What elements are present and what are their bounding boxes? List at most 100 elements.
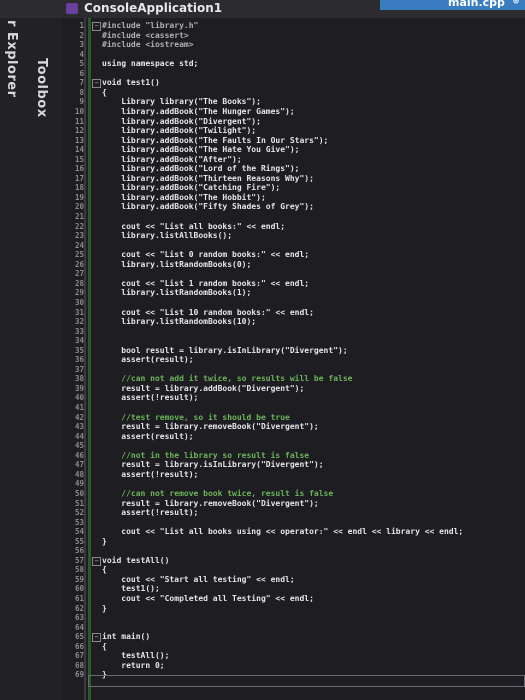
code-text: { [102,87,107,97]
line-number: 68 [74,660,84,670]
line-number: 23 [74,231,84,241]
line-number: 6 [79,68,84,78]
code-text: } [102,536,107,546]
code-text: cout << "List 0 random books:" << endl; [102,250,310,260]
line-number: 3 [79,40,84,50]
code-text: library.listRandomBooks(0); [102,259,252,269]
line-number: 49 [74,479,84,489]
tab-main-cpp[interactable]: main.cpp ⊕ [380,0,525,10]
line-number: 38 [74,374,84,384]
code-editor[interactable]: 1− #include "library.h" 2 #include <cassert… [62,18,525,700]
tab-label: main.cpp [448,0,505,9]
line-number: 15 [74,154,84,164]
line-number: 4 [79,49,84,59]
line-number: 13 [74,135,84,145]
code-text: bool result = library.isInLibrary("Diver… [102,345,348,355]
line-number: 51 [74,498,84,508]
code-text: assert(result); [102,355,194,365]
code-text: return 0; [102,660,165,670]
code-text: //can not remove book twice, result is f… [102,488,334,498]
line-number: 41 [74,403,84,412]
window-title: ConsoleApplication1 [84,1,223,15]
line-number: 19 [74,192,84,202]
line-number: 8 [79,87,84,97]
line-number: 30 [74,297,84,307]
line-number: 33 [74,326,84,336]
code-text: library.addBook("Thirteen Reasons Why"); [102,173,314,183]
code-text: library.addBook("Twilight"); [102,126,257,136]
line-number: 29 [74,288,84,298]
line-number: 59 [74,574,84,584]
line-number: 10 [74,106,84,116]
pin-icon[interactable]: ⊕ [513,0,519,7]
code-text: result = library.removeBook("Divergent")… [102,498,319,508]
line-number: 48 [74,469,84,479]
current-line-highlight [88,675,525,687]
code-text: //test remove, so it should be true [102,412,290,422]
code-text: int main() [102,632,151,642]
line-number: 64 [74,622,84,632]
line-number: 53 [74,517,84,527]
code-text: cout << "List 10 random books:" << endl; [102,307,314,317]
tab-solution-explorer[interactable]: r Explorer [4,20,19,98]
code-text: #include <cassert> [102,30,189,40]
line-number: 58 [74,565,84,575]
line-number: 2 [79,30,84,40]
code-text: { [102,565,107,575]
line-number: 16 [74,164,84,174]
code-text: library.addBook("The Hobbit"); [102,192,266,202]
code-text: Library library("The Books"); [102,97,261,107]
visual-studio-icon [66,3,78,14]
code-text: testAll(); [102,651,170,661]
line-number: 26 [74,259,84,269]
code-text: library.addBook("Divergent"); [102,116,261,126]
line-number: 21 [74,212,84,221]
code-text: cout << "List 1 random books:" << endl; [102,278,310,288]
line-number: 35 [74,345,84,355]
line-number: 40 [74,393,84,403]
code-text: library.addBook("Fifty Shades of Grey"); [102,202,314,212]
code-text: void testAll() [102,555,170,565]
code-text: cout << "List all books:" << endl; [102,221,286,231]
line-number: 14 [74,145,84,155]
line-number: 32 [74,317,84,327]
line-number: 31 [74,307,84,317]
code-text: library.addBook("Lord of the Rings"); [102,164,300,174]
line-number: 18 [74,183,84,193]
line-number: 47 [74,460,84,470]
code-text: library.addBook("The Faults In Our Stars… [102,135,329,145]
line-number: 66 [74,641,84,651]
line-number: 37 [74,364,84,374]
line-number: 45 [74,441,84,451]
line-number: 44 [74,431,84,441]
code-text: //can not add it twice, so results will … [102,374,353,384]
line-number: 27 [74,269,84,279]
line-number: 1 [79,21,84,30]
line-number: 57 [74,555,84,565]
code-text: void test1() [102,78,160,88]
line-number: 22 [74,221,84,231]
title-bar: ConsoleApplication1 main.cpp ⊕ [0,0,525,18]
code-text: library.listAllBooks(); [102,231,233,241]
code-text: library.listRandomBooks(10); [102,317,257,327]
code-text: assert(!result); [102,508,199,518]
line-number: 65 [74,632,84,642]
code-text: cout << "Start all testing" << endl; [102,574,295,584]
code-text: #include <iostream> [102,40,194,50]
line-number: 20 [74,202,84,212]
tab-toolbox[interactable]: Toolbox [34,58,49,118]
line-number: 62 [74,603,84,613]
code-text: assert(result); [102,431,194,441]
line-number: 46 [74,450,84,460]
code-text: library.addBook("The Hate You Give"); [102,145,300,155]
code-text: library.addBook("The Hunger Games"); [102,106,295,116]
line-number: 63 [74,613,84,623]
code-text: result = library.removeBook("Divergent")… [102,422,319,432]
code-text: library.addBook("Catching Fire"); [102,183,281,193]
line-number: 12 [74,126,84,136]
line-number: 61 [74,594,84,603]
line-number: 56 [74,546,84,556]
code-text: library.addBook("After"); [102,154,242,164]
line-number: 9 [79,97,84,107]
code-text: result = library.addBook("Divergent"); [102,383,305,393]
